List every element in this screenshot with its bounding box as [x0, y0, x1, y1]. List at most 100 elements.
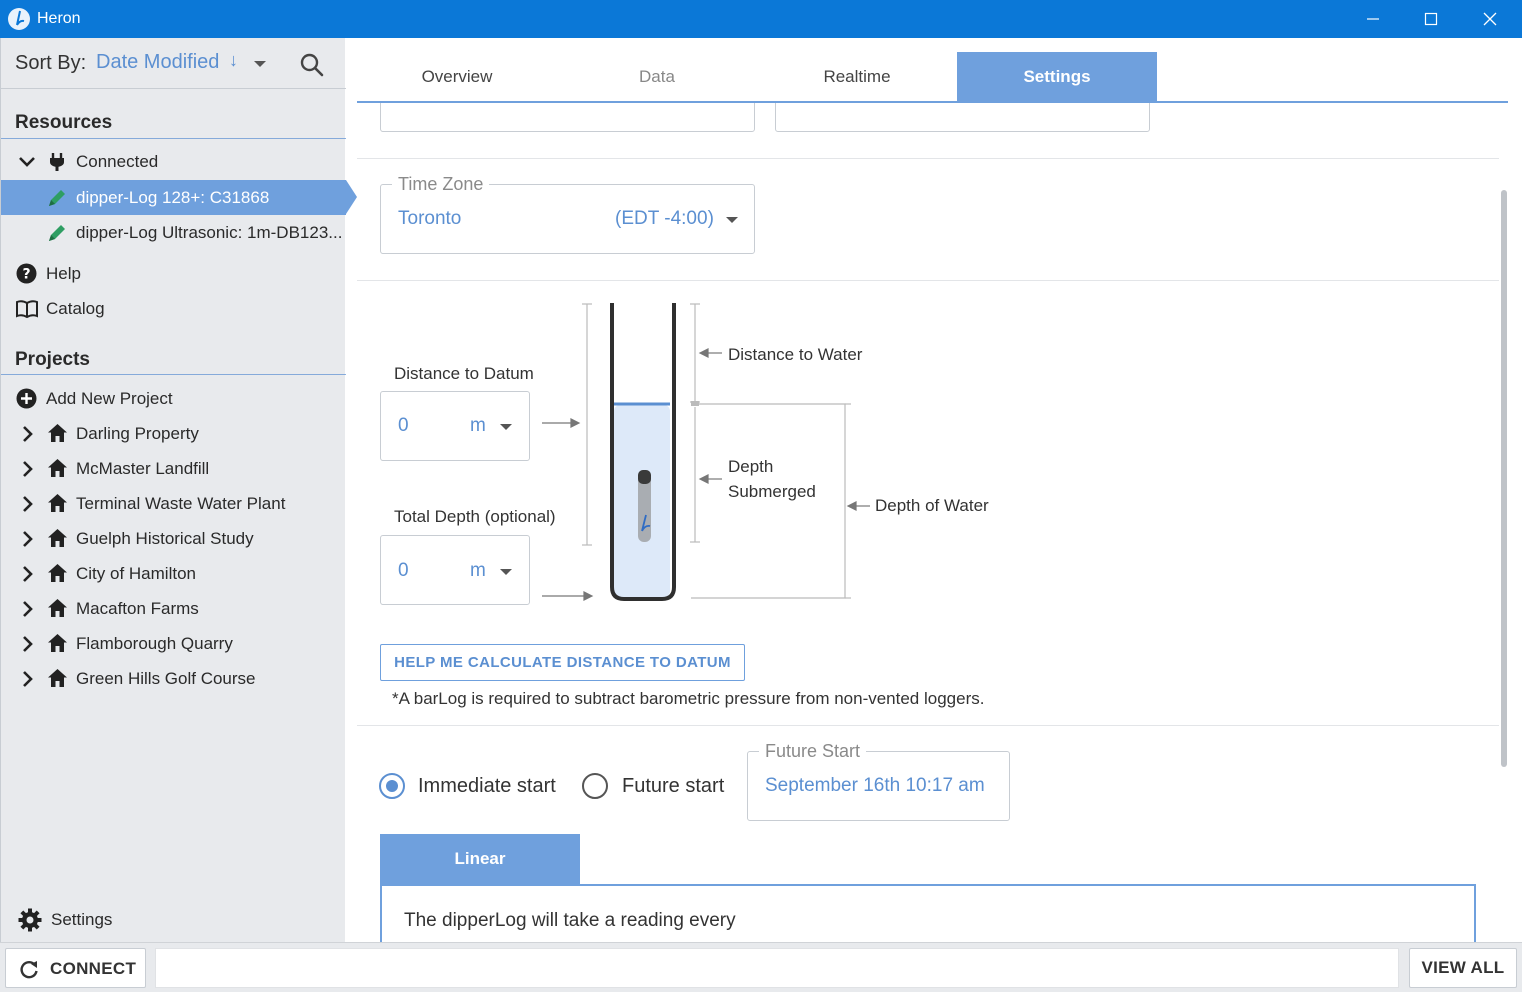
sort-dropdown[interactable]: Date Modified: [96, 51, 219, 74]
sort-caret-icon[interactable]: [254, 61, 266, 67]
settings-content: Time Zone Toronto (EDT -4:00) Distance t…: [357, 103, 1499, 942]
time-zone-city: Toronto: [398, 208, 462, 229]
help-circle-icon: ?: [16, 263, 37, 284]
project-item[interactable]: Flamborough Quarry: [1, 626, 346, 661]
well-tube: [610, 303, 676, 601]
view-all-button[interactable]: VIEW ALL: [1409, 948, 1517, 988]
well-diagram: [542, 303, 870, 601]
chevron-right-icon[interactable]: [21, 635, 35, 653]
depth-submerged-label-line1: Depth: [728, 457, 774, 476]
project-item[interactable]: Guelph Historical Study: [1, 521, 346, 556]
chevron-down-icon[interactable]: [18, 155, 36, 169]
sidebar-item-settings[interactable]: Settings: [1, 902, 346, 938]
depth-of-water-label: Depth of Water: [875, 496, 989, 515]
device-item[interactable]: dipper-Log Ultrasonic: 1m-DB123...: [1, 215, 346, 250]
sort-direction-icon[interactable]: ↓: [229, 50, 238, 71]
distance-to-water-label: Distance to Water: [728, 345, 863, 364]
book-icon: [16, 300, 38, 319]
section-divider: [357, 158, 1499, 159]
immediate-start-radio[interactable]: [379, 773, 405, 799]
home-icon: [48, 494, 67, 512]
minimize-icon: [1367, 18, 1379, 20]
clipped-field[interactable]: [380, 103, 755, 132]
chevron-right-icon[interactable]: [21, 600, 35, 618]
project-label: Flamborough Quarry: [76, 634, 233, 653]
future-start-label[interactable]: Future start: [622, 775, 724, 798]
chevron-right-icon[interactable]: [21, 565, 35, 583]
time-zone-select[interactable]: Time Zone Toronto (EDT -4:00): [380, 174, 755, 254]
total-depth-bracket: [582, 303, 592, 546]
scrollbar-thumb[interactable]: [1501, 190, 1507, 767]
total-depth-arrow: [542, 591, 594, 601]
immediate-start-label[interactable]: Immediate start: [418, 775, 556, 798]
connect-button[interactable]: CONNECT: [5, 948, 146, 988]
project-label: Guelph Historical Study: [76, 529, 254, 548]
add-project-button[interactable]: Add New Project: [1, 381, 346, 416]
tab-bar: Overview Data Realtime Settings: [357, 52, 1508, 103]
chevron-right-icon[interactable]: [21, 670, 35, 688]
home-icon: [48, 459, 67, 477]
time-zone-offset: (EDT -4:00): [615, 208, 714, 229]
sort-row: Sort By: Date Modified ↓: [1, 38, 346, 89]
sidebar-item-catalog[interactable]: Catalog: [1, 291, 346, 326]
minimize-button[interactable]: [1345, 0, 1403, 38]
home-icon: [48, 599, 67, 617]
future-start-radio[interactable]: [582, 773, 608, 799]
chevron-right-icon[interactable]: [21, 425, 35, 443]
project-item[interactable]: City of Hamilton: [1, 556, 346, 591]
projects-divider: [1, 374, 346, 375]
project-item[interactable]: Macafton Farms: [1, 591, 346, 626]
section-divider: [357, 280, 1499, 281]
maximize-button[interactable]: [1403, 0, 1461, 38]
help-calculate-datum-button[interactable]: HELP ME CALCULATE DISTANCE TO DATUM: [380, 644, 745, 681]
sort-label: Sort By:: [15, 52, 87, 74]
home-icon: [48, 564, 67, 582]
close-icon: [1483, 12, 1497, 26]
pencil-icon: [49, 225, 65, 241]
future-start-field[interactable]: Future Start September 16th 10:17 am: [747, 741, 1010, 821]
status-field: [155, 948, 1399, 988]
add-circle-icon: [16, 388, 37, 409]
catalog-label: Catalog: [46, 299, 105, 318]
chevron-right-icon[interactable]: [21, 530, 35, 548]
connected-label: Connected: [76, 152, 159, 171]
linear-schedule-panel: The dipperLog will take a reading every: [380, 884, 1476, 942]
project-label: McMaster Landfill: [76, 459, 210, 478]
maximize-icon: [1424, 12, 1438, 26]
settings-label: Settings: [51, 910, 113, 929]
datum-arrow: [542, 418, 581, 428]
device-item-selected[interactable]: dipper-Log 128+: C31868: [1, 180, 357, 215]
heron-logo-icon: [8, 8, 30, 30]
chevron-right-icon[interactable]: [21, 460, 35, 478]
project-item[interactable]: McMaster Landfill: [1, 451, 346, 486]
resources-heading: Resources: [15, 112, 113, 133]
project-item[interactable]: Terminal Waste Water Plant: [1, 486, 346, 521]
project-item[interactable]: Green Hills Golf Course: [1, 661, 346, 696]
chevron-right-icon[interactable]: [21, 495, 35, 513]
project-label: Green Hills Golf Course: [76, 669, 256, 688]
tab-data[interactable]: Data: [557, 52, 757, 102]
clipped-field[interactable]: [775, 103, 1150, 132]
sidebar-item-help[interactable]: ? Help: [1, 256, 346, 291]
close-button[interactable]: [1462, 0, 1520, 38]
connect-label: CONNECT: [50, 959, 137, 978]
project-label: Darling Property: [76, 424, 199, 443]
distance-to-water-bracket: [690, 303, 700, 543]
future-start-value[interactable]: September 16th 10:17 am: [765, 775, 994, 797]
tab-linear[interactable]: Linear: [380, 834, 580, 885]
water-level-marker: [691, 401, 699, 406]
barlog-note: *A barLog is required to subtract barome…: [392, 689, 985, 708]
add-project-label: Add New Project: [46, 389, 173, 408]
tab-realtime[interactable]: Realtime: [757, 52, 957, 102]
search-icon[interactable]: [299, 52, 325, 78]
home-icon: [48, 424, 67, 442]
project-item[interactable]: Darling Property: [1, 416, 346, 451]
projects-heading: Projects: [15, 349, 90, 370]
resources-divider: [1, 138, 346, 139]
logger-probe-icon: [638, 470, 651, 542]
tab-settings[interactable]: Settings: [957, 52, 1157, 102]
future-start-legend: Future Start: [759, 741, 867, 762]
tab-overview[interactable]: Overview: [357, 52, 557, 102]
device-label: dipper-Log 128+: C31868: [76, 188, 270, 207]
tree-connected-group[interactable]: Connected: [1, 144, 346, 179]
